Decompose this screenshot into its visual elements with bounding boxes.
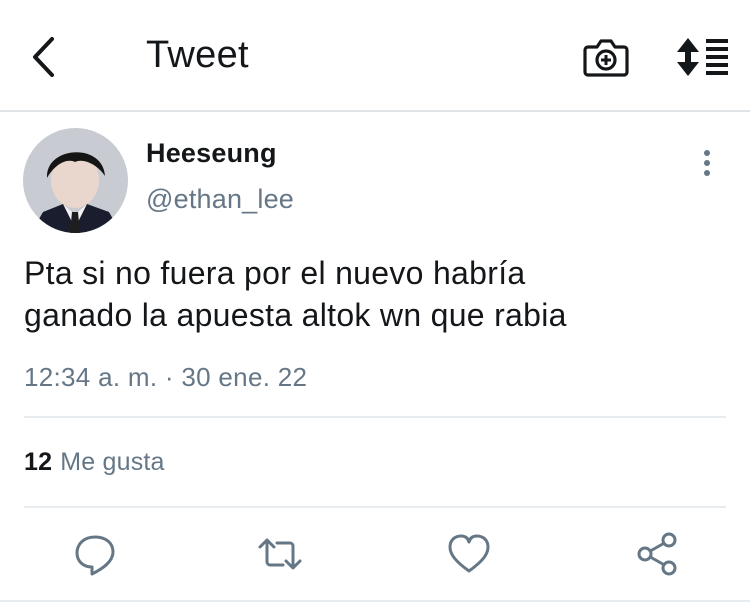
tweet-text: Pta si no fuera por el nuevo habría gana… (24, 252, 724, 336)
more-options-icon[interactable] (692, 146, 724, 180)
divider (0, 600, 750, 602)
tweet-text-line: ganado la apuesta altok wn que rabia (24, 297, 567, 333)
top-bar: Tweet (0, 0, 750, 112)
back-chevron-icon[interactable] (26, 34, 66, 80)
like-heart-icon[interactable] (445, 530, 493, 578)
retweet-icon[interactable] (256, 530, 304, 578)
author-name[interactable]: Heeseung (146, 138, 277, 169)
divider (24, 416, 726, 418)
avatar[interactable] (23, 128, 128, 233)
tweet-text-line: Pta si no fuera por el nuevo habría (24, 255, 526, 291)
tweet-timestamp: 12:34 a. m. · 30 ene. 22 (24, 362, 308, 392)
divider (24, 506, 726, 508)
page-title: Tweet (146, 34, 249, 76)
camera-plus-icon[interactable] (582, 36, 630, 78)
reply-icon[interactable] (71, 530, 119, 578)
author-handle[interactable]: @ethan_lee (146, 184, 294, 215)
likes-stat[interactable]: 12 Me gusta (24, 448, 165, 477)
likes-label: Me gusta (60, 448, 165, 476)
sort-list-icon[interactable] (674, 36, 730, 78)
likes-count: 12 (24, 448, 53, 476)
share-icon[interactable] (633, 530, 681, 578)
